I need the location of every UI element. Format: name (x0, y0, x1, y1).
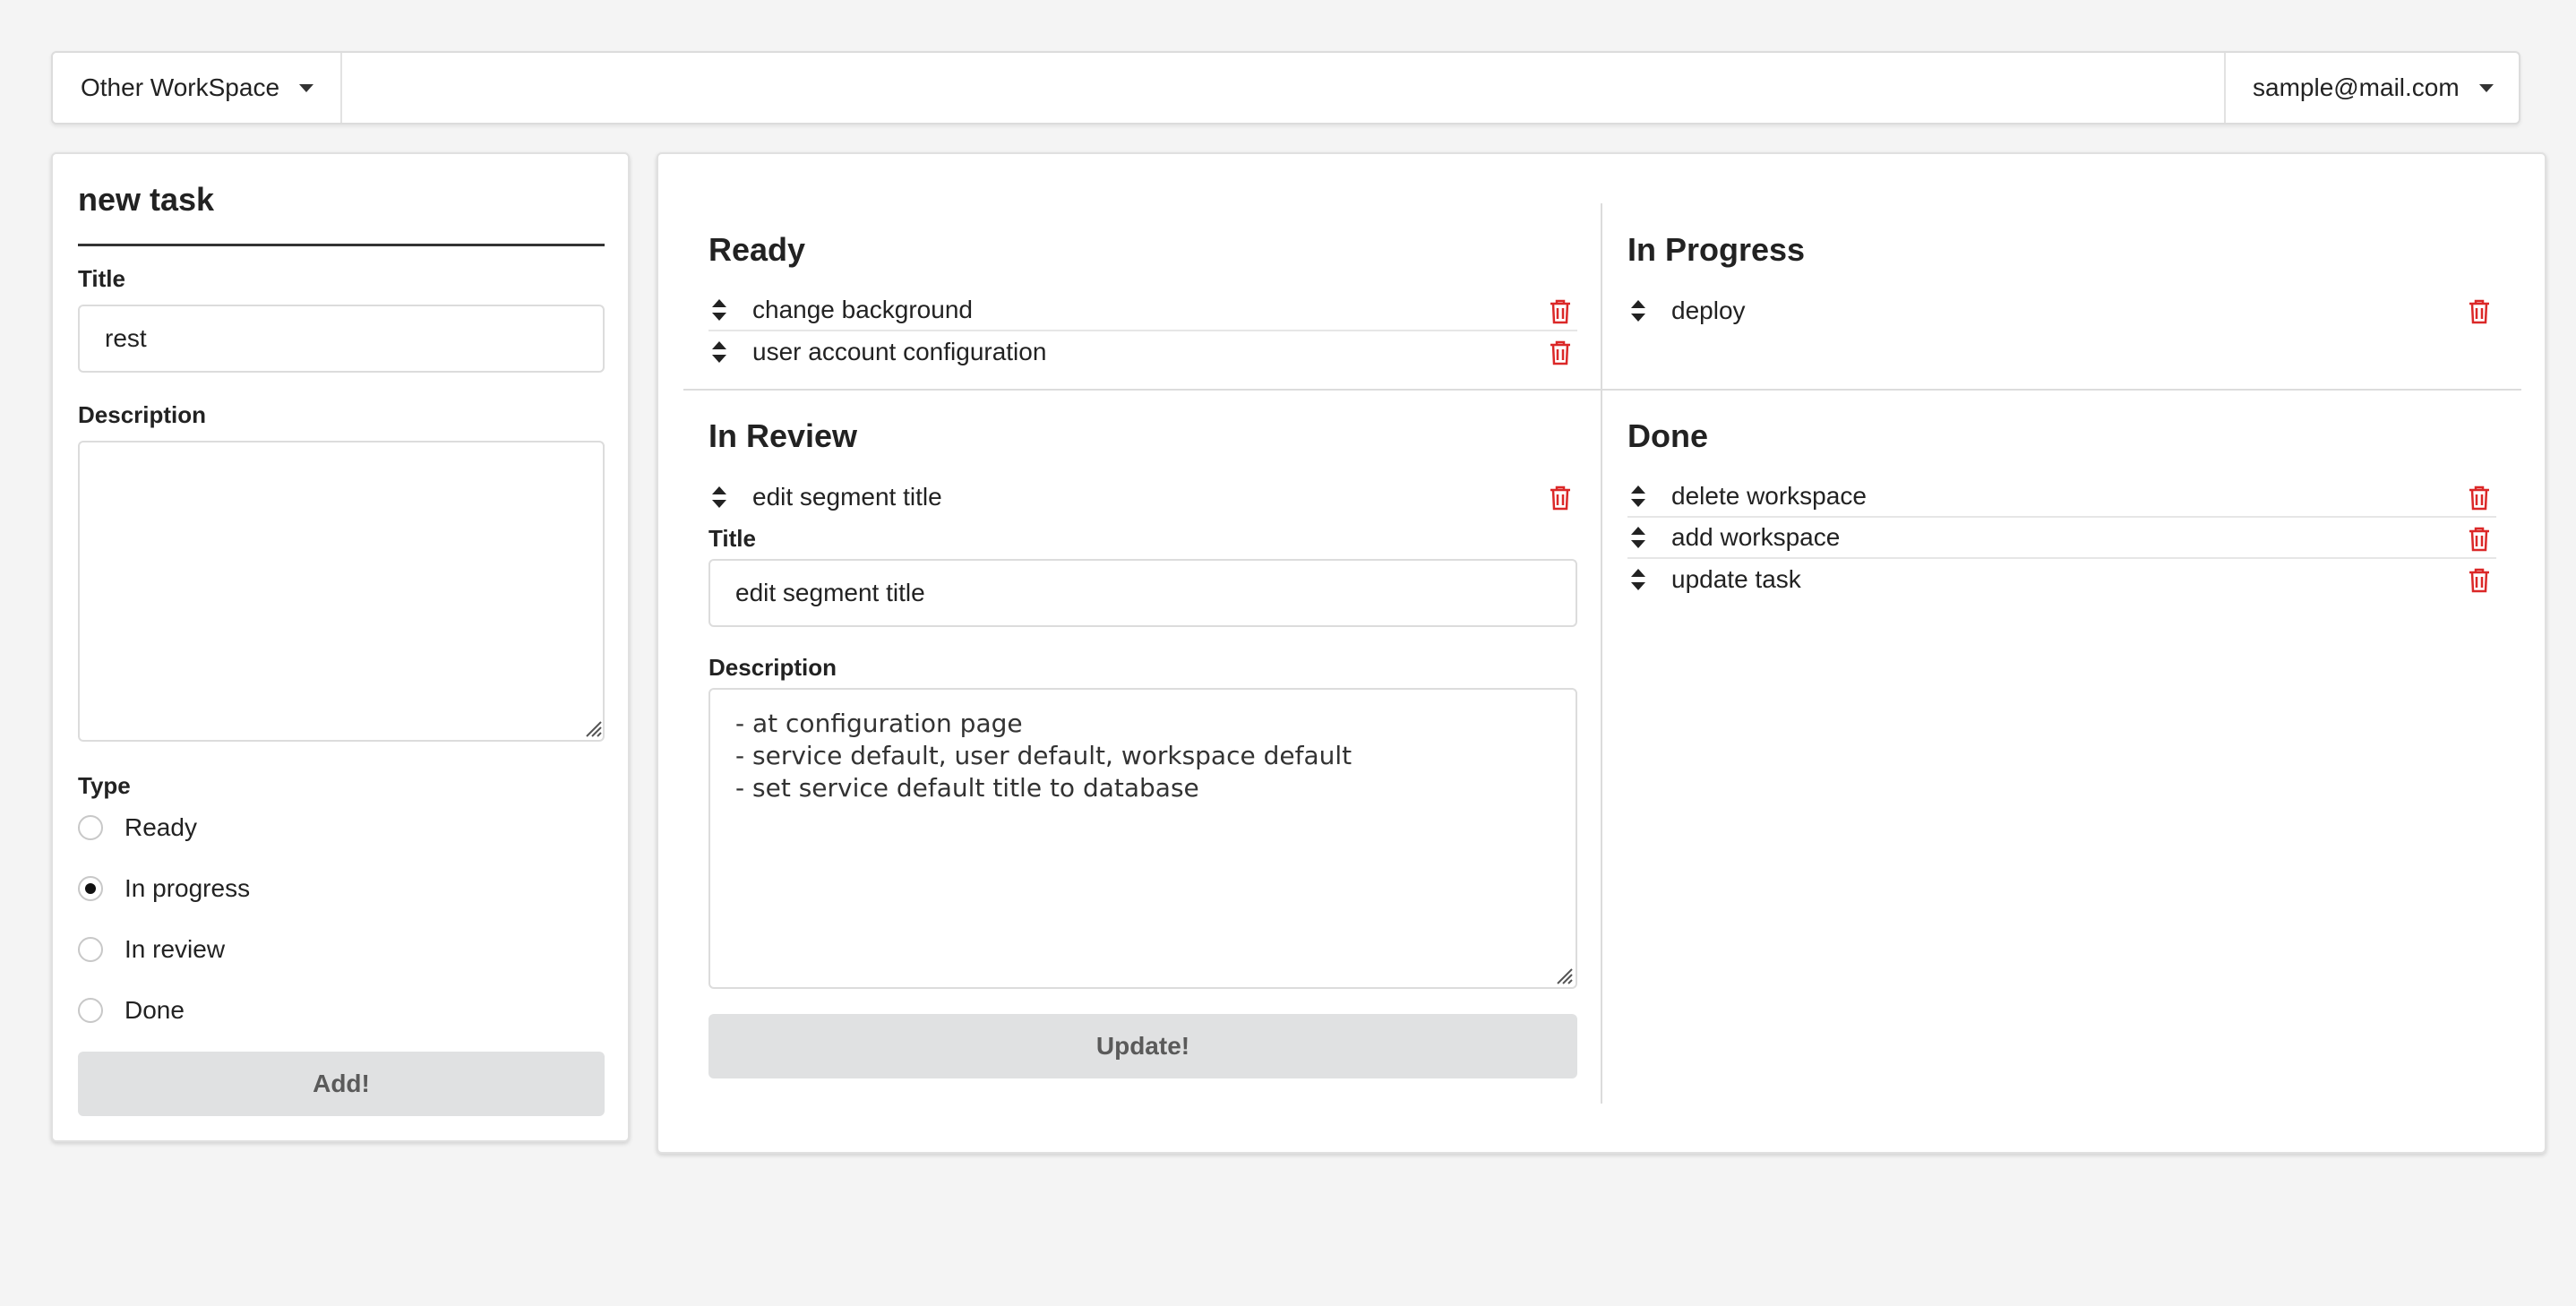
header-divider (78, 244, 605, 246)
task-title: delete workspace (1671, 482, 1867, 510)
task-item[interactable]: add workspace (1627, 518, 2496, 559)
column-title-in-progress: In Progress (1627, 231, 1806, 268)
trash-icon[interactable] (2468, 527, 2491, 552)
new-task-header: new task (78, 181, 215, 218)
radio-label: Done (125, 996, 185, 1024)
trash-icon[interactable] (1549, 299, 1572, 324)
radio-circle[interactable] (78, 815, 103, 840)
column-title-in-review: In Review (708, 417, 858, 454)
resize-handle-icon[interactable] (581, 717, 603, 738)
task-title: edit segment title (752, 483, 942, 511)
trash-icon[interactable] (1549, 340, 1572, 365)
new-task-card: new task Title rest Description Type Rea… (51, 152, 630, 1142)
chevron-down-icon (2478, 83, 2494, 92)
task-title: change background (752, 296, 973, 323)
user-dropdown[interactable]: sample@mail.com (2224, 53, 2519, 123)
user-dropdown-label: sample@mail.com (2253, 73, 2460, 101)
column-divider (1601, 203, 1602, 1104)
task-title: update task (1671, 565, 1801, 593)
radio-label: In review (125, 935, 226, 963)
task-title: add workspace (1671, 523, 1841, 551)
radio-circle[interactable] (78, 998, 103, 1023)
task-item[interactable]: update task (1627, 559, 2496, 600)
sort-icon[interactable] (1629, 568, 1647, 591)
column-title-ready: Ready (708, 231, 806, 268)
add-button[interactable]: Add! (78, 1052, 605, 1116)
task-item[interactable]: delete workspace (1627, 477, 2496, 518)
radio-in-review[interactable]: In review (78, 932, 225, 967)
description-textarea[interactable] (78, 441, 605, 742)
radio-ready[interactable]: Ready (78, 810, 197, 846)
top-menu-bar: Other WorkSpace sample@mail.com (51, 51, 2520, 125)
task-item[interactable]: deploy (1627, 290, 2496, 331)
sort-icon[interactable] (1629, 299, 1647, 322)
edit-title-label: Title (708, 525, 756, 552)
radio-circle-checked[interactable] (78, 876, 103, 901)
sort-icon[interactable] (1629, 526, 1647, 549)
task-item[interactable]: edit segment title (708, 477, 1577, 518)
column-title-done: Done (1627, 417, 1708, 454)
workspace-dropdown[interactable]: Other WorkSpace (53, 53, 342, 123)
type-label: Type (78, 772, 131, 799)
description-label: Description (78, 401, 207, 428)
trash-icon[interactable] (2468, 485, 2491, 511)
sort-icon[interactable] (710, 298, 728, 322)
title-input[interactable]: rest (78, 305, 605, 373)
sort-icon[interactable] (1629, 485, 1647, 508)
radio-done[interactable]: Done (78, 992, 185, 1028)
radio-label: In progress (125, 874, 251, 902)
radio-circle[interactable] (78, 937, 103, 962)
task-item[interactable]: change background (708, 290, 1577, 331)
trash-icon[interactable] (1549, 485, 1572, 511)
title-label: Title (78, 265, 125, 292)
sort-icon[interactable] (710, 485, 728, 509)
radio-in-progress[interactable]: In progress (78, 871, 250, 906)
trash-icon[interactable] (2468, 299, 2491, 324)
update-button[interactable]: Update! (708, 1014, 1577, 1078)
workspace-dropdown-label: Other WorkSpace (81, 73, 280, 101)
edit-description-label: Description (708, 654, 837, 681)
board-card: Ready change background user account con… (657, 152, 2546, 1154)
chevron-down-icon (299, 83, 314, 92)
radio-label: Ready (125, 813, 197, 841)
row-divider (683, 389, 2521, 391)
edit-description-textarea[interactable]: - at configuration page - service defaul… (708, 688, 1577, 989)
task-item[interactable]: user account configuration (708, 331, 1577, 373)
resize-handle-icon[interactable] (1552, 964, 1574, 985)
trash-icon[interactable] (2468, 568, 2491, 593)
task-title: deploy (1671, 296, 1746, 324)
task-title: user account configuration (752, 338, 1047, 365)
edit-title-input[interactable]: edit segment title (708, 559, 1577, 627)
sort-icon[interactable] (710, 340, 728, 364)
